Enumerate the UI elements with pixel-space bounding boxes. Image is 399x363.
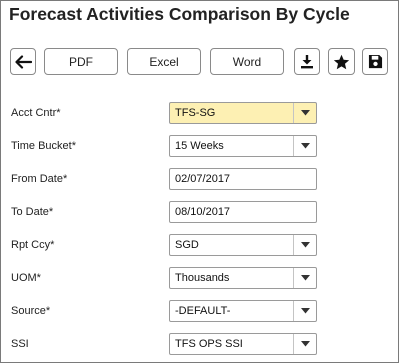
page-title: Forecast Activities Comparison By Cycle bbox=[9, 4, 350, 24]
floppy-disk-icon bbox=[368, 54, 383, 69]
acct-cntr-value: TFS-SG bbox=[175, 107, 216, 119]
uom-select[interactable]: Thousands bbox=[169, 267, 317, 289]
chevron-down-icon[interactable] bbox=[293, 268, 316, 288]
acct-cntr-select[interactable]: TFS-SG bbox=[169, 102, 317, 124]
ssi-label: SSI bbox=[11, 338, 29, 350]
time-bucket-value: 15 Weeks bbox=[175, 140, 224, 152]
favorite-button[interactable] bbox=[328, 48, 355, 75]
from-date-value: 02/07/2017 bbox=[175, 173, 231, 185]
ssi-select[interactable]: TFS OPS SSI bbox=[169, 333, 317, 355]
chevron-down-icon[interactable] bbox=[293, 334, 316, 354]
rpt-ccy-select[interactable]: SGD bbox=[169, 234, 317, 256]
chevron-down-icon[interactable] bbox=[293, 235, 316, 255]
time-bucket-select[interactable]: 15 Weeks bbox=[169, 135, 317, 157]
source-value: -DEFAULT- bbox=[175, 305, 231, 317]
word-button[interactable]: Word bbox=[210, 48, 284, 75]
chevron-down-icon[interactable] bbox=[293, 103, 316, 123]
to-date-value: 08/10/2017 bbox=[175, 206, 231, 218]
pdf-button[interactable]: PDF bbox=[44, 48, 118, 75]
uom-label: UOM* bbox=[11, 272, 41, 284]
save-button[interactable] bbox=[362, 48, 388, 75]
to-date-input[interactable]: 08/10/2017 bbox=[169, 201, 317, 223]
rpt-ccy-value: SGD bbox=[175, 239, 199, 251]
ssi-value: TFS OPS SSI bbox=[175, 338, 243, 350]
star-icon bbox=[333, 54, 350, 70]
download-icon bbox=[300, 54, 314, 69]
chevron-down-icon[interactable] bbox=[293, 136, 316, 156]
excel-button[interactable]: Excel bbox=[127, 48, 201, 75]
from-date-label: From Date* bbox=[11, 173, 68, 185]
source-label: Source* bbox=[11, 305, 51, 317]
rpt-ccy-label: Rpt Ccy* bbox=[11, 239, 55, 251]
arrow-left-icon bbox=[14, 54, 32, 69]
source-select[interactable]: -DEFAULT- bbox=[169, 300, 317, 322]
download-button[interactable] bbox=[294, 48, 320, 75]
to-date-label: To Date* bbox=[11, 206, 54, 218]
chevron-down-icon[interactable] bbox=[293, 301, 316, 321]
window-frame: Forecast Activities Comparison By Cycle … bbox=[0, 0, 399, 363]
acct-cntr-label: Acct Cntr* bbox=[11, 107, 61, 119]
back-button[interactable] bbox=[10, 48, 36, 75]
time-bucket-label: Time Bucket* bbox=[11, 140, 77, 152]
uom-value: Thousands bbox=[175, 272, 230, 284]
from-date-input[interactable]: 02/07/2017 bbox=[169, 168, 317, 190]
